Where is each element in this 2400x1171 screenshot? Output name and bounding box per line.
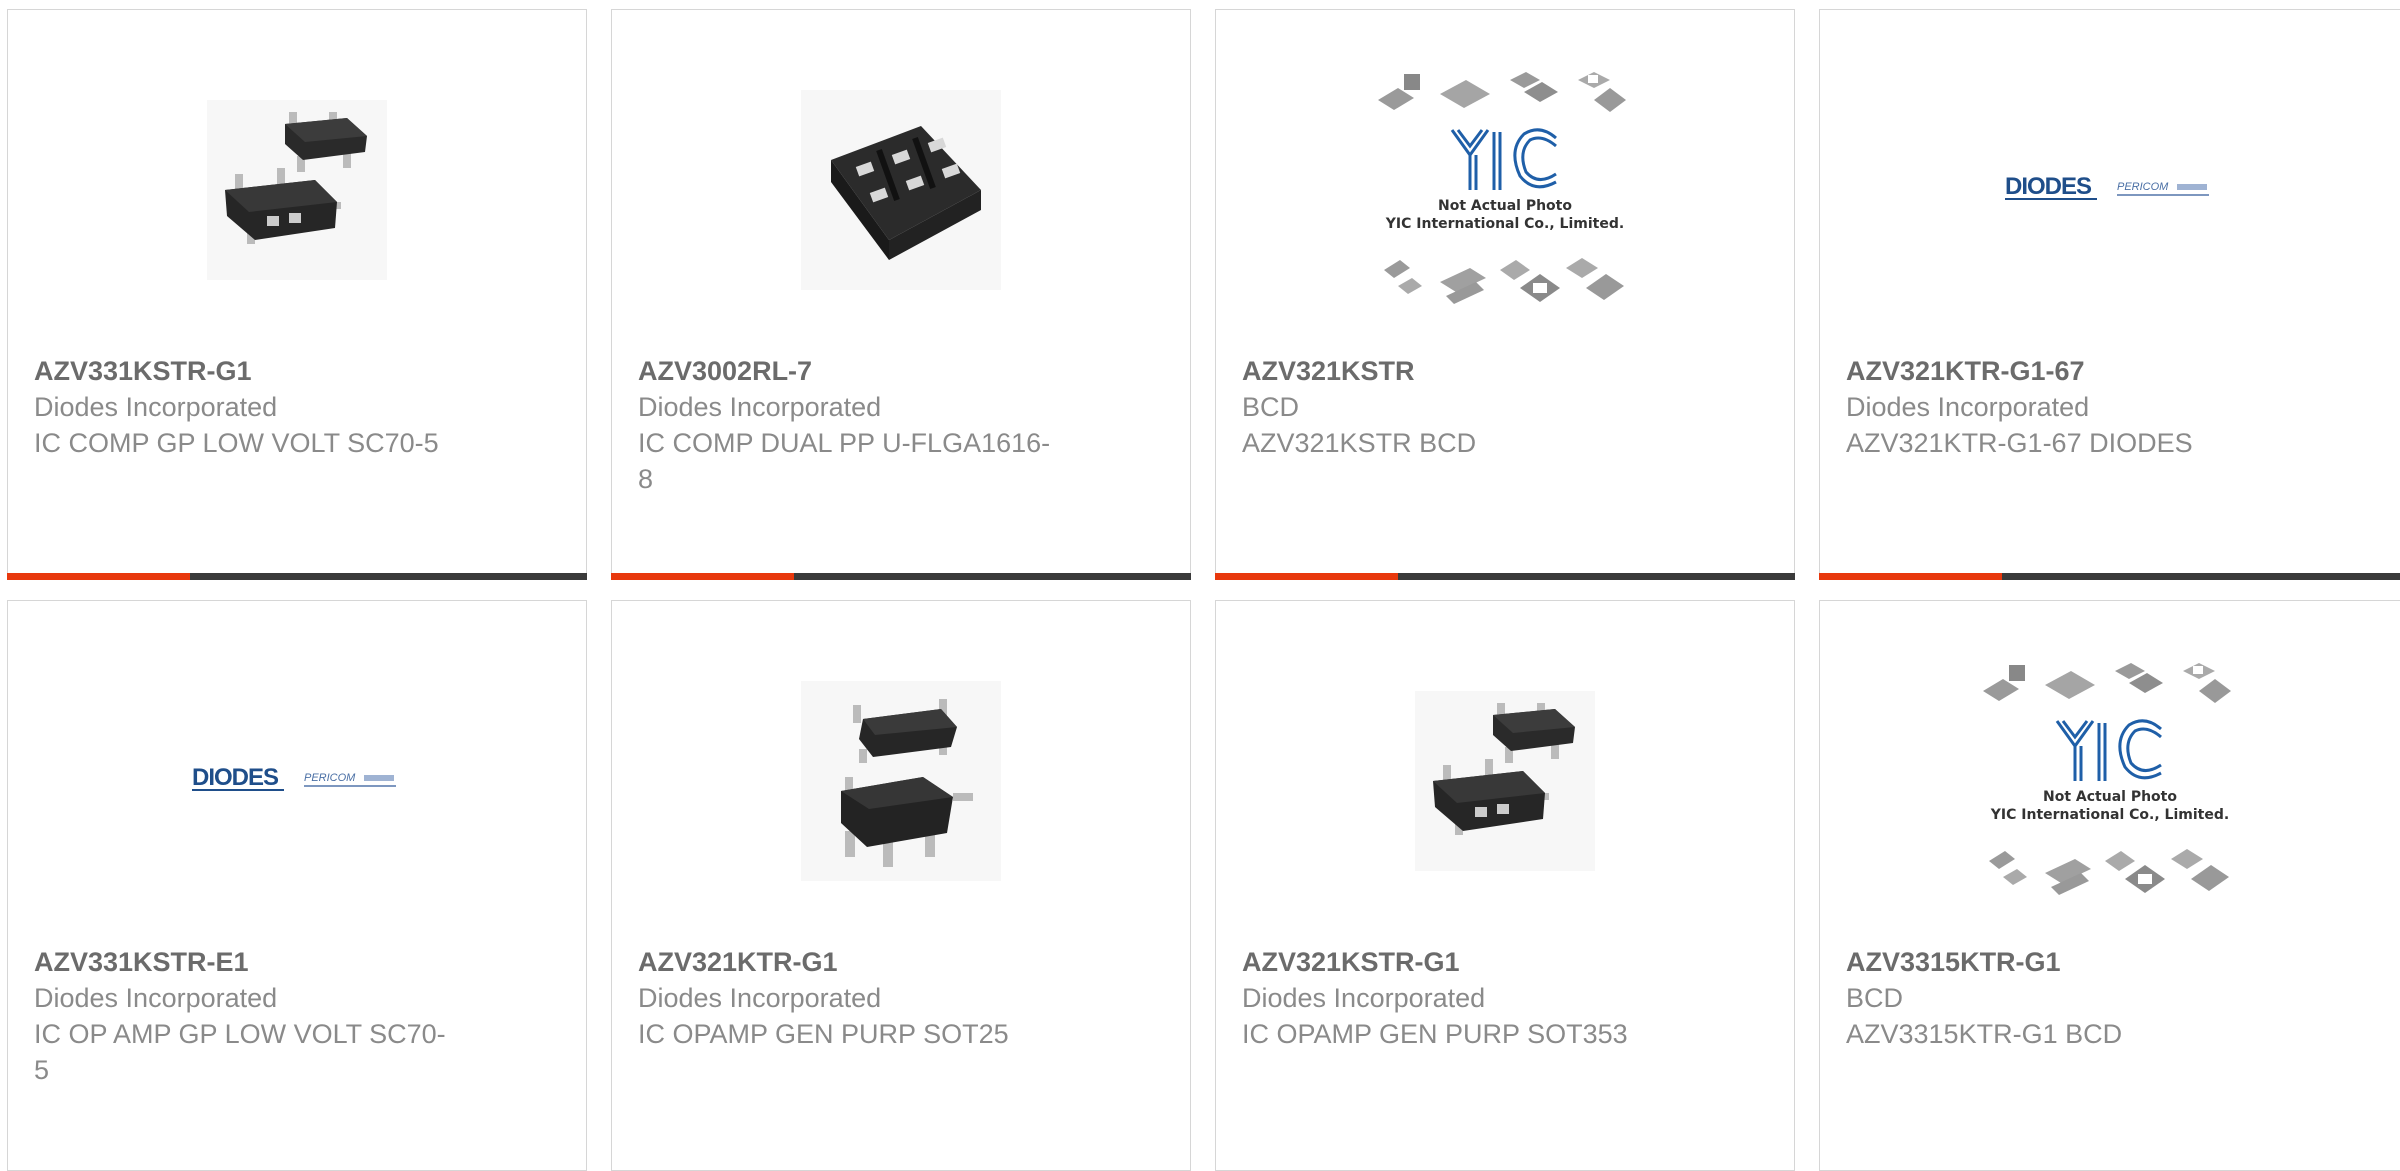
diodes-pericom-logo: DIODES PERICOM — [192, 764, 396, 791]
yic-placeholder-image: Not Actual Photo YIC International Co., … — [1378, 72, 1626, 304]
part-number[interactable]: AZV321KSTR-G1 — [1242, 944, 1672, 980]
product-grid: AZV331KSTR-G1 Diodes Incorporated IC COM… — [7, 9, 2400, 1171]
product-info: AZV321KTR-G1 Diodes Incorporated IC OPAM… — [638, 944, 1068, 1052]
part-number[interactable]: AZV331KSTR-E1 — [34, 944, 464, 980]
part-number[interactable]: AZV321KTR-G1 — [638, 944, 1068, 980]
description: IC OPAMP GEN PURP SOT25 — [638, 1019, 1009, 1049]
product-card[interactable]: Not Actual Photo YIC International Co., … — [1819, 600, 2400, 1171]
product-image[interactable]: Not Actual Photo YIC International Co., … — [1975, 651, 2245, 911]
product-card[interactable]: AZV321KSTR-G1 Diodes Incorporated IC OPA… — [1215, 600, 1795, 1171]
card-accent — [1819, 573, 2002, 580]
card-accent — [7, 573, 190, 580]
pericom-brand-text: PERICOM — [304, 772, 356, 784]
description: IC OPAMP GEN PURP SOT353 — [1242, 1019, 1628, 1049]
diodes-brand-text: DIODES — [2005, 173, 2092, 200]
manufacturer: Diodes Incorporated — [1846, 392, 2090, 422]
manufacturer: Diodes Incorporated — [34, 983, 278, 1013]
description: AZV3315KTR-G1 BCD — [1846, 1019, 2123, 1049]
card-accent — [1215, 573, 1398, 580]
product-info: AZV331KSTR-E1 Diodes Incorporated IC OP … — [34, 944, 464, 1088]
card-bottom-bar — [611, 573, 1191, 580]
part-number[interactable]: AZV3315KTR-G1 — [1846, 944, 2276, 980]
product-info: AZV321KSTR BCD AZV321KSTR BCD — [1242, 353, 1672, 461]
yic-placeholder-image: Not Actual Photo YIC International Co., … — [1983, 663, 2231, 895]
manufacturer: Diodes Incorporated — [638, 392, 882, 422]
product-info: AZV321KTR-G1-67 Diodes Incorporated AZV3… — [1846, 353, 2276, 461]
manufacturer: Diodes Incorporated — [34, 392, 278, 422]
part-number[interactable]: AZV3002RL-7 — [638, 353, 1068, 389]
product-card[interactable]: Not Actual Photo YIC International Co., … — [1215, 9, 1795, 580]
diodes-pericom-logo: DIODES PERICOM — [2005, 173, 2209, 200]
product-info: AZV3002RL-7 Diodes Incorporated IC COMP … — [638, 353, 1068, 497]
product-image[interactable]: Not Actual Photo YIC International Co., … — [1370, 60, 1640, 320]
placeholder-line1: Not Actual Photo — [2043, 789, 2177, 805]
part-number[interactable]: AZV321KSTR — [1242, 353, 1672, 389]
manufacturer: BCD — [1846, 983, 1904, 1013]
sot353-package-icon — [1415, 691, 1595, 871]
product-image[interactable] — [1385, 661, 1625, 901]
description: AZV321KSTR BCD — [1242, 428, 1477, 458]
product-image[interactable]: DIODES PERICOM — [177, 661, 417, 901]
description: IC COMP DUAL PP U-FLGA1616-8 — [638, 428, 1051, 494]
product-card[interactable]: DIODES PERICOM AZV321KTR-G1-67 Diodes In… — [1819, 9, 2400, 580]
description: AZV321KTR-G1-67 DIODES — [1846, 428, 2193, 458]
part-number[interactable]: AZV321KTR-G1-67 — [1846, 353, 2276, 389]
placeholder-line2: YIC International Co., Limited. — [1990, 807, 2229, 823]
product-image[interactable] — [177, 70, 417, 310]
sot353-package-icon — [207, 100, 387, 280]
product-image[interactable] — [781, 70, 1021, 310]
description: IC OP AMP GP LOW VOLT SC70-5 — [34, 1019, 446, 1085]
diodes-brand-text: DIODES — [192, 764, 279, 791]
manufacturer: Diodes Incorporated — [638, 983, 882, 1013]
manufacturer: BCD — [1242, 392, 1300, 422]
product-card[interactable]: DIODES PERICOM AZV331KSTR-E1 Diodes Inco… — [7, 600, 587, 1171]
placeholder-line2: YIC International Co., Limited. — [1385, 216, 1624, 232]
product-info: AZV321KSTR-G1 Diodes Incorporated IC OPA… — [1242, 944, 1672, 1052]
product-image[interactable] — [781, 661, 1021, 901]
product-info: AZV331KSTR-G1 Diodes Incorporated IC COM… — [34, 353, 464, 461]
product-card[interactable]: AZV3002RL-7 Diodes Incorporated IC COMP … — [611, 9, 1191, 580]
card-accent — [611, 573, 794, 580]
flga-package-icon — [801, 90, 1001, 290]
description: IC COMP GP LOW VOLT SC70-5 — [34, 428, 439, 458]
part-number[interactable]: AZV331KSTR-G1 — [34, 353, 464, 389]
product-image[interactable]: DIODES PERICOM — [1990, 70, 2230, 310]
manufacturer: Diodes Incorporated — [1242, 983, 1486, 1013]
card-bottom-bar — [7, 573, 587, 580]
card-bottom-bar — [1215, 573, 1795, 580]
product-card[interactable]: AZV321KTR-G1 Diodes Incorporated IC OPAM… — [611, 600, 1191, 1171]
placeholder-line1: Not Actual Photo — [1438, 198, 1572, 214]
product-card[interactable]: AZV331KSTR-G1 Diodes Incorporated IC COM… — [7, 9, 587, 580]
product-info: AZV3315KTR-G1 BCD AZV3315KTR-G1 BCD — [1846, 944, 2276, 1052]
pericom-brand-text: PERICOM — [2117, 181, 2169, 193]
sot25-package-icon — [801, 681, 1001, 881]
card-bottom-bar — [1819, 573, 2400, 580]
